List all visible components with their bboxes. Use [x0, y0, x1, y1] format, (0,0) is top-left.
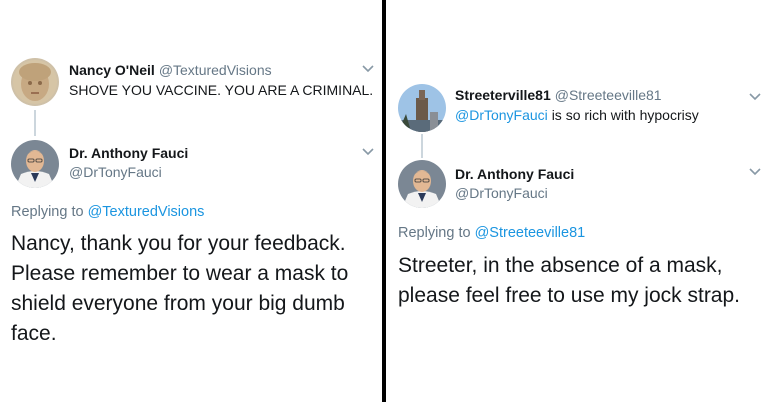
body-line: face.	[11, 322, 57, 345]
thread-connector	[34, 110, 36, 136]
author-name[interactable]: Dr. Anthony Fauci	[69, 145, 188, 161]
chevron-down-icon[interactable]	[360, 60, 376, 76]
tweet-text: SHOVE YOU VACCINE. YOU ARE A CRIMINAL.	[69, 82, 374, 98]
body-line: Please remember to wear a mask to	[11, 262, 349, 285]
fauci-name-line: Dr. Anthony Fauci	[455, 166, 574, 182]
left-screenshot: Nancy O'Neil @TexturedVisions SHOVE YOU V…	[0, 0, 382, 402]
fauci-avatar[interactable]	[11, 140, 59, 188]
author-name[interactable]: Streeterville81	[455, 87, 551, 103]
tweet-text-rest: is so rich with hypocrisy	[551, 107, 699, 123]
reply-body: Nancy, thank you for your feedback. Plea…	[11, 229, 379, 349]
streeterville-name-line: Streeterville81 @Streeteeville81	[455, 87, 662, 103]
replying-mention-link[interactable]: @Streeteeville81	[475, 225, 586, 241]
replying-mention-link[interactable]: @TexturedVisions	[88, 204, 205, 220]
replying-to: Replying to @TexturedVisions	[11, 204, 204, 220]
author-name[interactable]: Dr. Anthony Fauci	[455, 166, 574, 182]
mention-link[interactable]: @DrTonyFauci	[455, 107, 548, 123]
tweet-text: @DrTonyFauci is so rich with hypocrisy	[455, 107, 699, 123]
body-line: shield everyone from your big dumb	[11, 292, 345, 315]
right-screenshot: Streeterville81 @Streeteeville81 @DrTonyF…	[386, 0, 768, 402]
nancy-name-line: Nancy O'Neil @TexturedVisions	[69, 62, 272, 78]
replying-prefix: Replying to	[398, 225, 471, 241]
fauci-avatar[interactable]	[398, 160, 446, 208]
streeterville-avatar[interactable]	[398, 84, 446, 132]
replying-prefix: Replying to	[11, 204, 84, 220]
author-name[interactable]: Nancy O'Neil	[69, 62, 155, 78]
chevron-down-icon[interactable]	[747, 88, 763, 104]
body-line: please feel free to use my jock strap.	[398, 284, 740, 307]
author-handle[interactable]: @Streeteeville81	[555, 87, 662, 103]
author-handle[interactable]: @TexturedVisions	[159, 62, 272, 78]
body-line: Streeter, in the absence of a mask,	[398, 254, 723, 277]
fauci-name-line: Dr. Anthony Fauci	[69, 145, 188, 161]
chevron-down-icon[interactable]	[747, 163, 763, 179]
chevron-down-icon[interactable]	[360, 143, 376, 159]
author-handle[interactable]: @DrTonyFauci	[455, 185, 548, 201]
author-handle[interactable]: @DrTonyFauci	[69, 164, 162, 180]
replying-to: Replying to @Streeteeville81	[398, 225, 585, 241]
nancy-avatar[interactable]	[11, 58, 59, 106]
body-line: Nancy, thank you for your feedback.	[11, 232, 346, 255]
thread-connector	[421, 134, 423, 158]
reply-body: Streeter, in the absence of a mask, plea…	[398, 251, 766, 311]
